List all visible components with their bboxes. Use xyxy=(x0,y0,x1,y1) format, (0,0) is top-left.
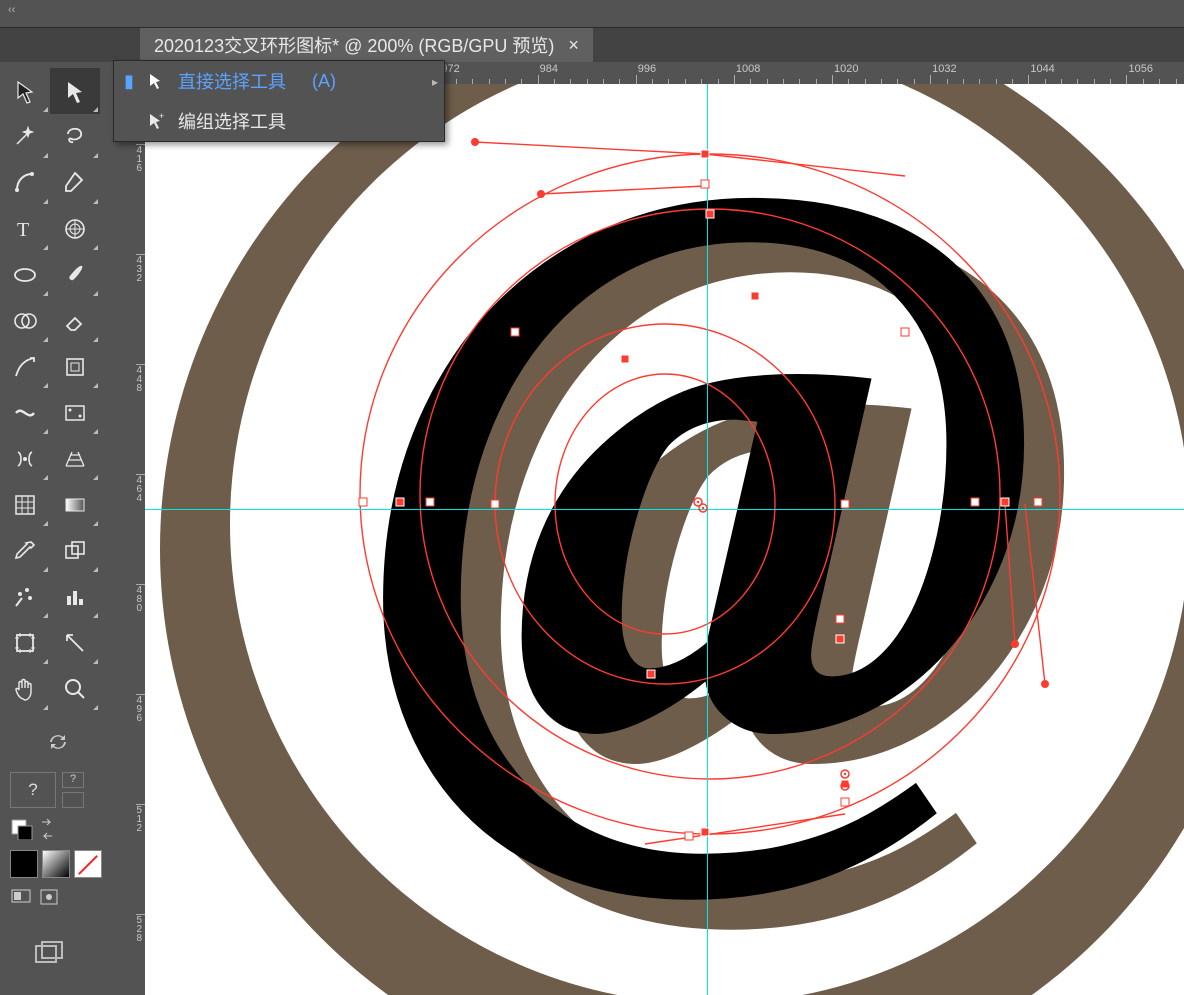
draw-mode-icon[interactable] xyxy=(38,888,60,906)
anchor-point[interactable] xyxy=(621,355,630,364)
blend-tool[interactable] xyxy=(50,528,100,574)
flyout-shortcut: (A) xyxy=(312,71,336,92)
anchor-point[interactable] xyxy=(836,615,845,624)
group-selection-icon: + xyxy=(146,112,166,130)
magic-wand-tool[interactable] xyxy=(0,114,50,160)
help-button[interactable]: ? xyxy=(10,772,56,808)
column-graph-tool[interactable] xyxy=(50,574,100,620)
flyout-label: 直接选择工具 xyxy=(178,68,286,94)
curvature-tool[interactable] xyxy=(0,160,50,206)
slice-tool[interactable] xyxy=(50,620,100,666)
anchor-point[interactable] xyxy=(751,292,760,301)
swatch-none[interactable] xyxy=(74,850,102,878)
help-mini[interactable]: ? xyxy=(62,772,84,788)
tool-flyout: ▮ 直接选择工具 (A) ▸ + 编组选择工具 xyxy=(113,60,445,142)
anchor-point[interactable] xyxy=(701,828,710,837)
flyout-arrow-icon: ▸ xyxy=(432,75,438,89)
fill-stroke-icon[interactable] xyxy=(10,818,34,840)
mesh-tool[interactable] xyxy=(0,482,50,528)
direct-selection-icon xyxy=(146,72,166,90)
selection-tool[interactable] xyxy=(0,68,50,114)
watermark: @51CTO博客 xyxy=(1101,973,1176,990)
shape-builder-tool[interactable] xyxy=(0,298,50,344)
smooth-point-icon xyxy=(839,768,851,780)
symbol-sprayer-tool[interactable] xyxy=(0,574,50,620)
tearoff-icon[interactable]: ▮ xyxy=(124,71,134,92)
direct-selection-tool[interactable] xyxy=(50,68,100,114)
width-tool[interactable] xyxy=(0,390,50,436)
collapse-panel-icon[interactable]: ‹‹ xyxy=(0,0,23,20)
document-title: 2020123交叉环形图标* @ 200% (RGB/GPU 预览) xyxy=(154,32,554,58)
anchor-point[interactable] xyxy=(426,498,435,507)
flyout-item-group-selection[interactable]: + 编组选择工具 xyxy=(114,101,444,141)
mini-box[interactable] xyxy=(62,792,84,808)
zoom-tool[interactable] xyxy=(50,666,100,712)
anchor-point[interactable] xyxy=(359,498,368,507)
artboard[interactable]: @ @ xyxy=(145,84,1184,995)
perspective-grid-tool[interactable] xyxy=(50,436,100,482)
center-point-icon xyxy=(692,496,710,514)
handle-point[interactable] xyxy=(471,138,479,146)
polar-grid-tool[interactable] xyxy=(50,206,100,252)
svg-text:+: + xyxy=(159,112,164,121)
anchor-point[interactable] xyxy=(1034,498,1043,507)
guide-horizontal[interactable] xyxy=(145,509,1184,510)
ruler-vertical[interactable]: 416432448464480496512528 xyxy=(115,84,146,995)
smooth-point-icon xyxy=(839,780,851,792)
color-switcher[interactable] xyxy=(0,712,115,772)
anchor-point[interactable] xyxy=(396,498,405,507)
hand-tool[interactable] xyxy=(0,666,50,712)
anchor-point[interactable] xyxy=(685,832,694,841)
flyout-label: 编组选择工具 xyxy=(178,108,286,134)
anchor-point[interactable] xyxy=(511,328,520,337)
screen-mode-icon[interactable] xyxy=(10,888,32,906)
toolbar: T ? ? xyxy=(0,62,115,995)
close-icon[interactable]: × xyxy=(568,35,579,56)
screen-mode-row xyxy=(0,884,115,910)
eraser-tool[interactable] xyxy=(50,298,100,344)
anchor-point[interactable] xyxy=(841,500,850,509)
handle-point[interactable] xyxy=(1041,680,1049,688)
paintbrush-tool[interactable] xyxy=(50,252,100,298)
lasso-tool[interactable] xyxy=(50,114,100,160)
color-swatches xyxy=(0,844,115,884)
titlebar: ‹‹ xyxy=(0,0,1184,28)
handle-point[interactable] xyxy=(537,190,545,198)
anchor-point[interactable] xyxy=(706,210,715,219)
svg-text:T: T xyxy=(17,219,29,241)
anchor-point[interactable] xyxy=(491,500,500,509)
anchor-point[interactable] xyxy=(836,635,845,644)
guide-vertical[interactable] xyxy=(707,84,708,995)
artboard-tool[interactable] xyxy=(0,620,50,666)
gradient-tool[interactable] xyxy=(50,482,100,528)
puppet-warp-tool[interactable] xyxy=(50,390,100,436)
anchor-point[interactable] xyxy=(701,150,710,159)
pen-tool[interactable] xyxy=(50,160,100,206)
anchor-point[interactable] xyxy=(971,498,980,507)
anchor-point[interactable] xyxy=(901,328,910,337)
swatch-gradient[interactable] xyxy=(42,850,70,878)
anchor-point[interactable] xyxy=(647,670,656,679)
document-tabs: 2020123交叉环形图标* @ 200% (RGB/GPU 预览) × xyxy=(0,28,1184,62)
cycle-icon xyxy=(48,732,68,752)
flyout-item-direct-selection[interactable]: ▮ 直接选择工具 (A) ▸ xyxy=(114,61,444,101)
free-transform-tool[interactable] xyxy=(0,436,50,482)
anchor-point[interactable] xyxy=(841,798,850,807)
edit-toolbar-icon[interactable] xyxy=(30,940,70,970)
canvas-area: 93694896097298499610081020103210441056 4… xyxy=(115,62,1184,995)
anchor-point[interactable] xyxy=(1001,498,1010,507)
scale-tool[interactable] xyxy=(0,344,50,390)
anchor-point[interactable] xyxy=(701,180,710,189)
swap-icon[interactable] xyxy=(40,818,54,840)
document-tab[interactable]: 2020123交叉环形图标* @ 200% (RGB/GPU 预览) × xyxy=(140,28,593,62)
type-tool[interactable]: T xyxy=(0,206,50,252)
handle-point[interactable] xyxy=(1011,640,1019,648)
eyedropper-tool[interactable] xyxy=(0,528,50,574)
swatch-fill[interactable] xyxy=(10,850,38,878)
artwork: @ @ xyxy=(145,84,1184,995)
rotate-tool[interactable] xyxy=(50,344,100,390)
line-segment-tool[interactable] xyxy=(0,252,50,298)
